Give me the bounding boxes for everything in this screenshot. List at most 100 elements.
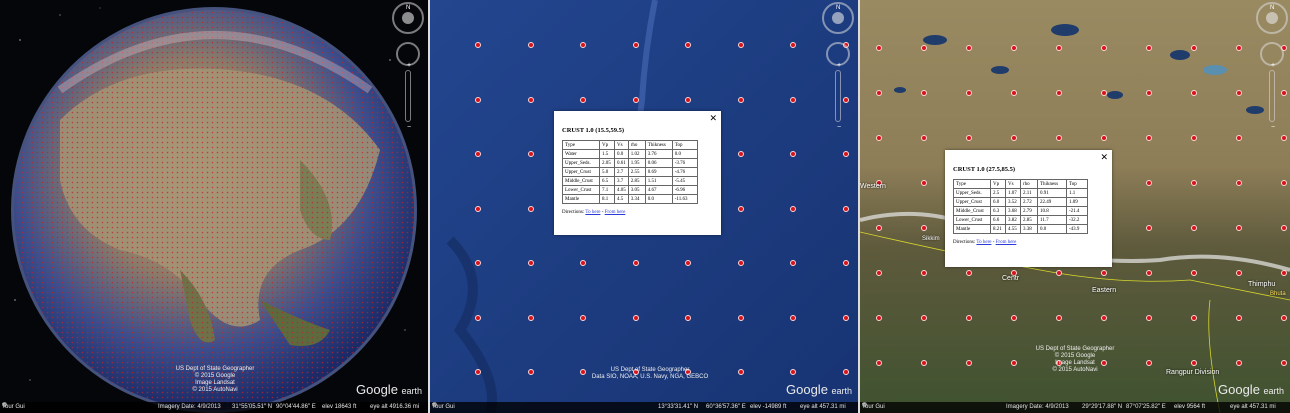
crust-info-popup[interactable]: ✕ CRUST 1.0 (15.5,59.5) Type Vp Vs rho Thikn…: [554, 111, 721, 235]
grid-marker[interactable]: [921, 270, 927, 276]
grid-marker[interactable]: [1191, 180, 1197, 186]
zoom-slider[interactable]: + −: [1269, 62, 1275, 131]
crust-info-popup[interactable]: ✕ CRUST 1.0 (27.5,85.5) Type Vp Vs rho Thikn…: [945, 150, 1112, 267]
grid-marker[interactable]: [790, 314, 796, 321]
zoom-out-icon[interactable]: −: [404, 124, 414, 131]
grid-marker[interactable]: [1011, 90, 1017, 96]
grid-marker[interactable]: [527, 260, 534, 266]
grid-marker[interactable]: [527, 151, 534, 157]
globe-view[interactable]: [0, 0, 428, 413]
globe-panel[interactable]: N + − US Dept of State Geographer © 2015…: [0, 0, 428, 413]
grid-marker[interactable]: [842, 369, 849, 375]
to-here-link[interactable]: To here: [976, 240, 991, 245]
grid-marker[interactable]: [1101, 270, 1107, 276]
grid-marker[interactable]: [1146, 180, 1152, 186]
grid-marker[interactable]: [737, 151, 744, 157]
grid-marker[interactable]: [1191, 315, 1197, 321]
grid-marker[interactable]: [966, 45, 972, 51]
grid-marker[interactable]: [1281, 135, 1287, 141]
grid-marker[interactable]: [1236, 180, 1242, 186]
zoom-in-icon[interactable]: +: [1268, 62, 1278, 69]
grid-marker[interactable]: [1236, 135, 1242, 141]
grid-marker[interactable]: [580, 96, 586, 103]
grid-marker[interactable]: [632, 96, 639, 103]
compass-ring[interactable]: N: [392, 2, 424, 34]
grid-marker[interactable]: [737, 96, 744, 103]
grid-marker[interactable]: [876, 90, 882, 96]
grid-marker[interactable]: [1146, 360, 1152, 366]
terrain-panel[interactable]: Western Sikkim Centr Eastern Thimphu Bhu…: [860, 0, 1290, 413]
grid-marker[interactable]: [1236, 360, 1242, 366]
grid-marker[interactable]: [876, 270, 882, 276]
grid-marker[interactable]: [1236, 90, 1242, 96]
close-icon[interactable]: ✕: [709, 113, 717, 124]
grid-marker[interactable]: [475, 314, 481, 321]
grid-marker[interactable]: [632, 260, 639, 266]
grid-marker[interactable]: [1191, 225, 1197, 231]
grid-marker[interactable]: [921, 90, 927, 96]
grid-marker[interactable]: [790, 96, 796, 103]
grid-marker[interactable]: [1056, 315, 1062, 321]
grid-marker[interactable]: [632, 42, 639, 48]
grid-marker[interactable]: [1236, 225, 1242, 231]
tour-guide-label[interactable]: Tour Gui: [432, 402, 455, 413]
navigation-controls[interactable]: N + −: [822, 2, 856, 131]
grid-marker[interactable]: [876, 225, 882, 231]
look-joystick[interactable]: [832, 12, 844, 24]
navigation-controls[interactable]: N + −: [1256, 2, 1290, 131]
grid-marker[interactable]: [1056, 90, 1062, 96]
grid-marker[interactable]: [1191, 45, 1197, 51]
grid-marker[interactable]: [1146, 315, 1152, 321]
grid-marker[interactable]: [790, 205, 796, 212]
grid-marker[interactable]: [966, 90, 972, 96]
zoom-out-icon[interactable]: −: [834, 124, 844, 131]
tour-guide-label[interactable]: Tour Gui: [862, 402, 885, 413]
zoom-slider[interactable]: + −: [405, 62, 411, 131]
close-icon[interactable]: ✕: [1100, 152, 1108, 163]
grid-marker[interactable]: [876, 360, 882, 366]
grid-marker[interactable]: [790, 151, 796, 157]
grid-marker[interactable]: [475, 260, 481, 266]
grid-marker[interactable]: [685, 96, 691, 103]
to-here-link[interactable]: To here: [585, 210, 600, 215]
grid-marker[interactable]: [1236, 45, 1242, 51]
grid-marker[interactable]: [737, 205, 744, 212]
grid-marker[interactable]: [475, 151, 481, 157]
grid-marker[interactable]: [475, 369, 481, 375]
grid-marker[interactable]: [921, 360, 927, 366]
tour-guide-label[interactable]: Tour Gui: [2, 402, 25, 413]
grid-marker[interactable]: [527, 96, 534, 103]
grid-marker[interactable]: [1191, 135, 1197, 141]
grid-marker[interactable]: [921, 225, 927, 231]
grid-marker[interactable]: [790, 260, 796, 266]
grid-marker[interactable]: [1011, 135, 1017, 141]
grid-marker[interactable]: [1101, 45, 1107, 51]
zoom-slider[interactable]: + −: [835, 62, 841, 131]
grid-marker[interactable]: [580, 314, 586, 321]
grid-marker[interactable]: [1191, 360, 1197, 366]
compass-ring[interactable]: N: [1256, 2, 1288, 34]
grid-marker[interactable]: [1146, 225, 1152, 231]
grid-marker[interactable]: [1146, 270, 1152, 276]
zoom-out-icon[interactable]: −: [1268, 124, 1278, 131]
grid-marker[interactable]: [921, 180, 927, 186]
grid-marker[interactable]: [1281, 315, 1287, 321]
grid-marker[interactable]: [737, 314, 744, 321]
grid-marker[interactable]: [1056, 135, 1062, 141]
grid-marker[interactable]: [842, 151, 849, 157]
grid-marker[interactable]: [1281, 360, 1287, 366]
grid-marker[interactable]: [842, 314, 849, 321]
grid-marker[interactable]: [966, 360, 972, 366]
grid-marker[interactable]: [527, 42, 534, 48]
grid-marker[interactable]: [475, 205, 481, 212]
grid-marker[interactable]: [475, 96, 481, 103]
grid-marker[interactable]: [1101, 315, 1107, 321]
grid-marker[interactable]: [1101, 135, 1107, 141]
grid-marker[interactable]: [1146, 90, 1152, 96]
grid-marker[interactable]: [842, 260, 849, 266]
grid-marker[interactable]: [1191, 270, 1197, 276]
grid-marker[interactable]: [1236, 270, 1242, 276]
zoom-in-icon[interactable]: +: [834, 62, 844, 69]
grid-marker[interactable]: [966, 270, 972, 276]
look-joystick[interactable]: [1266, 12, 1278, 24]
